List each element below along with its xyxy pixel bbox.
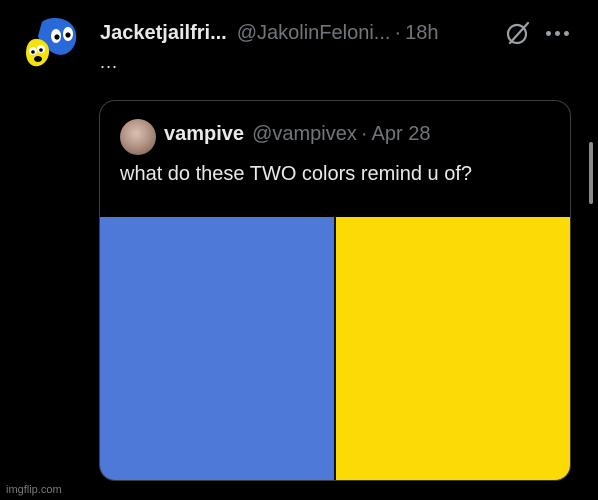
tweet-header: Jacketjailfri... @JakolinFeloni... · 18h	[100, 18, 439, 48]
grok-icon[interactable]	[505, 20, 531, 46]
quoted-author-handle[interactable]: @vampivex	[252, 123, 357, 146]
quoted-author-name[interactable]: vampive	[164, 123, 244, 146]
quoted-tweet-date[interactable]: Apr 28	[372, 123, 431, 146]
header-separator: ·	[394, 21, 402, 44]
tweet-text: ...	[100, 52, 119, 72]
quoted-media[interactable]	[100, 217, 570, 480]
media-yellow-panel[interactable]	[336, 217, 570, 480]
media-blue-panel[interactable]	[100, 217, 334, 480]
author-handle[interactable]: @JakolinFeloni...	[237, 22, 391, 45]
author-avatar[interactable]	[22, 14, 80, 72]
tweet-timestamp[interactable]: 18h	[405, 22, 438, 45]
watermark: imgflip.com	[6, 484, 62, 496]
scrollbar[interactable]	[589, 142, 593, 204]
quoted-author-avatar[interactable]	[120, 119, 156, 155]
quoted-tweet-text: what do these TWO colors remind u of?	[120, 163, 473, 185]
quoted-header-separator: ·	[360, 123, 368, 145]
author-name[interactable]: Jacketjailfri...	[100, 22, 227, 45]
quoted-tweet[interactable]: vampive @vampivex · Apr 28 what do these…	[99, 100, 571, 481]
avatar-cartoon-icon	[26, 18, 77, 67]
more-options-icon[interactable]	[542, 20, 572, 46]
quoted-tweet-header: vampive @vampivex · Apr 28	[164, 123, 430, 146]
